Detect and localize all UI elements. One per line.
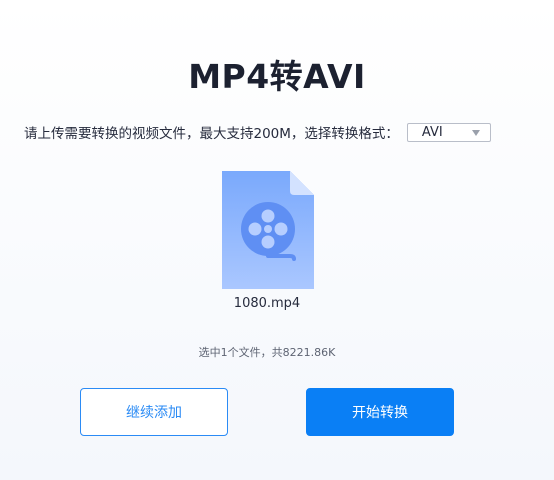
selection-summary: 选中1个文件，共8221.86K [198,346,336,359]
format-select[interactable]: AVI [406,122,491,142]
upload-instruction: 请上传需要转换的视频文件，最大支持200M，选择转换格式： [24,126,399,142]
file-tile[interactable] [222,171,314,289]
start-convert-button[interactable]: 开始转换 [306,388,454,436]
add-more-button[interactable]: 继续添加 [80,388,228,436]
page-title: MP4转AVI [188,57,366,96]
video-file-icon [222,171,314,289]
chevron-down-icon [471,129,480,136]
format-select-value: AVI [421,124,443,140]
converter-page: MP4转AVI 请上传需要转换的视频文件，最大支持200M，选择转换格式： AV… [0,0,554,480]
file-name: 1080.mp4 [233,296,301,311]
upload-instruction-row: 请上传需要转换的视频文件，最大支持200M，选择转换格式： AVI [24,121,491,143]
